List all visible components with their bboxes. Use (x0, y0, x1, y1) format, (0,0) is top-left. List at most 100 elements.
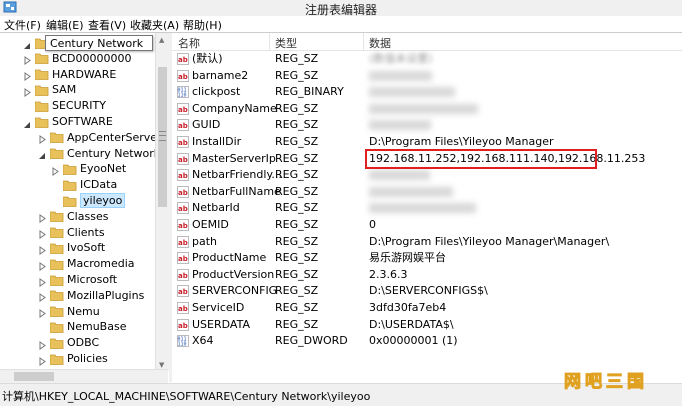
value-data-obscured (369, 68, 432, 84)
expand-arrow-icon[interactable] (39, 339, 46, 350)
tree-item[interactable]: MozillaPlugins (39, 288, 144, 304)
tree-item[interactable]: yileyoo (52, 193, 126, 209)
tree-item[interactable]: SECURITY (24, 98, 106, 114)
tree-item[interactable]: SOFTWARE (24, 114, 113, 130)
list-item[interactable]: ab CompanyName REG_SZ (172, 101, 682, 117)
expand-arrow-icon[interactable] (39, 244, 46, 255)
expand-arrow-icon[interactable] (39, 133, 46, 145)
scroll-down-icon[interactable]: ▼ (159, 361, 164, 369)
value-name: InstallDir (192, 135, 242, 148)
expand-arrow-icon[interactable] (24, 54, 31, 66)
svg-text:110: 110 (178, 342, 187, 348)
tree-item-label: BCD00000000 (52, 51, 132, 65)
tree-item[interactable]: Nemu (39, 304, 100, 320)
value-name: ServiceID (192, 301, 245, 314)
tree-item[interactable]: ICData (52, 177, 117, 193)
list-item[interactable]: ab OEMID REG_SZ 0 (172, 217, 682, 233)
list-item[interactable]: ab (默认) REG_SZ (数值未设置) (172, 51, 682, 67)
column-separator[interactable] (269, 33, 270, 50)
value-name: USERDATA (192, 317, 250, 331)
folder-icon (50, 227, 64, 238)
tree-item[interactable]: Microsoft (39, 272, 117, 288)
tree-item[interactable]: Classes (39, 209, 108, 225)
value-data: D:\Program Files\Yileyoo Manager (369, 135, 554, 148)
string-value-icon: ab (177, 169, 189, 182)
key-tree[interactable]: CHINEBCD00000000HARDWARESAMSECURITYSOFTW… (0, 33, 155, 371)
collapse-arrow-icon[interactable] (24, 39, 31, 49)
value-name: ProductName (192, 251, 267, 265)
list-item[interactable]: ab SERVERCONFIG REG_SZ D:\SERVERCONFIGS$\ (172, 283, 682, 299)
list-item[interactable]: ab ProductVersion REG_SZ 2.3.6.3 (172, 267, 682, 283)
no-expander (52, 181, 59, 190)
menu-edit[interactable]: 编辑(E) (46, 17, 84, 33)
column-header-name[interactable]: 名称 (178, 35, 200, 51)
tree-item[interactable]: BCD00000000 (24, 51, 132, 67)
tree-item[interactable]: IvoSoft (39, 240, 105, 256)
expand-arrow-icon[interactable] (39, 276, 46, 287)
svg-text:ab: ab (178, 106, 188, 114)
tree-item[interactable]: Macromedia (39, 256, 135, 272)
list-item[interactable]: ab barname2 REG_SZ (172, 68, 682, 84)
tree-item-label: Microsoft (67, 273, 118, 286)
value-name: clickpost (192, 85, 241, 99)
string-value-icon: ab (177, 119, 189, 132)
tree-horizontal-scrollbar[interactable] (0, 369, 168, 383)
list-item[interactable]: ab NetbarFriendly... REG_SZ (172, 167, 682, 183)
list-item[interactable]: ab GUID REG_SZ (172, 117, 682, 133)
column-separator[interactable] (363, 33, 364, 50)
scroll-up-icon[interactable]: ▲ (159, 36, 164, 44)
list-item[interactable]: ab InstallDir REG_SZ D:\Program Files\Yiley… (172, 134, 682, 150)
list-item[interactable]: ab NetbarId REG_SZ (172, 200, 682, 216)
expand-arrow-icon[interactable] (39, 291, 46, 303)
menu-favorites[interactable]: 收藏夹(A) (130, 17, 179, 33)
expand-arrow-icon[interactable] (24, 70, 31, 82)
value-data: 0 (369, 218, 376, 231)
values-list[interactable]: 名称 类型 数据 ab (默认) REG_SZ (数值未设置) ab barname2 RE… (172, 33, 682, 382)
expand-arrow-icon[interactable] (24, 86, 31, 97)
folder-icon (50, 211, 64, 223)
value-data-obscured (369, 184, 453, 200)
tree-item[interactable]: NemuBase (39, 319, 126, 335)
expand-arrow-icon[interactable] (39, 260, 46, 271)
tree-vertical-scrollbar[interactable]: ▲ ▼ (155, 33, 169, 371)
menu-view[interactable]: 查看(V) (88, 17, 126, 33)
column-header-type[interactable]: 类型 (275, 35, 297, 51)
value-data: 3dfd30fa7eb4 (369, 301, 447, 314)
expand-arrow-icon[interactable] (39, 228, 46, 240)
collapse-arrow-icon[interactable] (39, 149, 46, 160)
value-type: REG_SZ (275, 201, 319, 215)
folder-icon (35, 69, 49, 80)
collapse-arrow-icon[interactable] (24, 118, 31, 128)
expand-arrow-icon[interactable] (39, 307, 46, 319)
folder-icon (50, 322, 64, 333)
list-item[interactable]: ab path REG_SZ D:\Program Files\Yileyoo Man… (172, 234, 682, 250)
tree-item[interactable]: Century Network (39, 146, 155, 162)
value-data-obscured: (数值未设置) (369, 52, 433, 65)
list-item[interactable]: 011 110 X64 REG_DWORD 0x00000001 (1) (172, 333, 682, 349)
value-name: MasterServerIp (192, 151, 276, 165)
tree-item[interactable]: HARDWARE (24, 67, 116, 83)
list-item[interactable]: ab NetbarFullName REG_SZ (172, 184, 682, 200)
tree-item[interactable]: Clients (39, 225, 105, 241)
string-value-icon: ab (177, 268, 189, 281)
folder-icon (35, 101, 49, 112)
expand-arrow-icon[interactable] (39, 212, 46, 224)
tree-item[interactable]: Policies (39, 351, 108, 367)
tree-item[interactable]: AppCenterServe (39, 130, 155, 146)
list-item[interactable]: ab USERDATA REG_SZ D:\USERDATA$\ (172, 317, 682, 333)
tree-hscroll-thumb[interactable] (14, 372, 54, 381)
string-value-icon: ab (177, 152, 189, 165)
menu-file[interactable]: 文件(F) (4, 17, 41, 33)
expand-arrow-icon[interactable] (39, 355, 46, 366)
list-item[interactable]: ab ServiceID REG_SZ 3dfd30fa7eb4 (172, 300, 682, 316)
list-item[interactable]: 011 110 clickpost REG_BINARY (172, 84, 682, 100)
menu-help[interactable]: 帮助(H) (183, 17, 222, 33)
tree-item[interactable]: SAM (24, 82, 76, 98)
svg-text:ab: ab (178, 239, 188, 247)
list-item[interactable]: ab ProductName REG_SZ 易乐游网娱平台 (172, 250, 682, 266)
column-header-data[interactable]: 数据 (369, 35, 391, 51)
expand-arrow-icon[interactable] (52, 165, 59, 176)
tree-item[interactable]: EyooNet (52, 161, 126, 177)
tree-item[interactable]: ODBC (39, 335, 99, 351)
value-data-obscured (369, 167, 430, 183)
